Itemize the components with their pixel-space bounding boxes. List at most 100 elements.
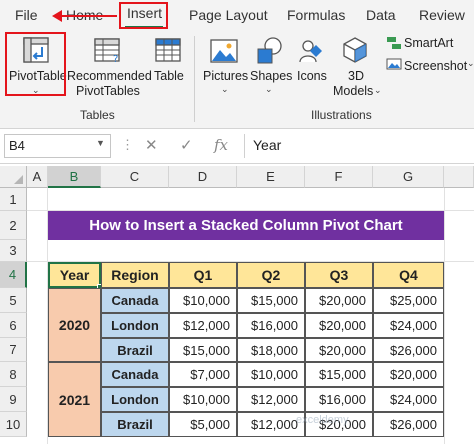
q1-value-cell[interactable]: $10,000 <box>169 387 237 412</box>
column-header-g[interactable]: G <box>373 166 444 188</box>
q4-value-cell[interactable]: $25,000 <box>373 288 444 313</box>
region-cell[interactable]: Canada <box>101 362 169 387</box>
column-header-f[interactable]: F <box>305 166 373 188</box>
sheet-title[interactable]: How to Insert a Stacked Column Pivot Cha… <box>48 211 444 240</box>
q4-value-cell[interactable]: $20,000 <box>373 362 444 387</box>
header-q4-cell[interactable]: Q4 <box>373 262 444 288</box>
icons-label: Icons <box>297 69 327 83</box>
column-header-c[interactable]: C <box>101 166 169 188</box>
q2-value-cell[interactable]: $18,000 <box>237 338 305 362</box>
header-year-cell[interactable]: Year <box>48 262 101 288</box>
insert-highlight-box <box>119 2 168 29</box>
smartart-icon <box>387 37 401 49</box>
q2-value-cell[interactable]: $10,000 <box>237 362 305 387</box>
q2-value-cell[interactable]: $12,000 <box>237 412 305 437</box>
header-q2-cell[interactable]: Q2 <box>237 262 305 288</box>
header-q3-cell[interactable]: Q3 <box>305 262 373 288</box>
row-header-2[interactable]: 2 <box>0 211 27 240</box>
column-header-a[interactable]: A <box>27 166 48 188</box>
shapes-icon <box>257 37 282 64</box>
group-divider <box>194 36 195 122</box>
region-cell[interactable]: London <box>101 313 169 338</box>
q4-value-cell[interactable]: $24,000 <box>373 313 444 338</box>
column-header-d[interactable]: D <box>169 166 237 188</box>
row-header-10[interactable]: 10 <box>0 412 27 437</box>
q4-value-cell[interactable]: $24,000 <box>373 387 444 412</box>
formula-bar: B4 ▼ ⋮ ✕ ✓ fx Year <box>0 129 474 164</box>
q4-value-cell[interactable]: $26,000 <box>373 412 444 437</box>
3d-models-label-1: 3D <box>348 69 364 83</box>
region-cell[interactable]: Canada <box>101 288 169 313</box>
row-header-8[interactable]: 8 <box>0 362 27 387</box>
tab-page-layout[interactable]: Page Layout <box>189 7 268 23</box>
q3-value-cell[interactable]: $20,000 <box>305 338 373 362</box>
q3-value-cell[interactable]: $15,000 <box>305 362 373 387</box>
q3-value-cell[interactable]: $20,000 <box>305 313 373 338</box>
pictures-icon <box>210 39 238 63</box>
screenshot-label: Screenshot <box>404 59 468 73</box>
watermark-logo: exceldemy <box>296 414 349 426</box>
ribbon-tabs: File Home Insert Page Layout Formulas Da… <box>0 0 474 31</box>
column-header-e[interactable]: E <box>237 166 305 188</box>
cube-icon <box>343 37 367 63</box>
pictures-label: Pictures <box>203 69 249 83</box>
column-header-h[interactable] <box>444 166 474 188</box>
q3-value-cell[interactable]: $20,000 <box>305 288 373 313</box>
q2-value-cell[interactable]: $15,000 <box>237 288 305 313</box>
region-cell[interactable]: London <box>101 387 169 412</box>
region-cell[interactable]: Brazil <box>101 412 169 437</box>
icons-icon <box>299 40 322 63</box>
annotation-arrow <box>60 15 117 17</box>
tab-data[interactable]: Data <box>366 7 396 23</box>
q1-value-cell[interactable]: $10,000 <box>169 288 237 313</box>
chevron-down-icon: ⌄ <box>265 84 273 94</box>
name-box[interactable]: B4 <box>4 134 111 158</box>
recommended-pivottables-label-1: Recommended <box>67 69 152 83</box>
row-header-7[interactable]: 7 <box>0 338 27 362</box>
row-header-1[interactable]: 1 <box>0 188 27 211</box>
chevron-down-icon: ⌄ <box>374 85 382 95</box>
row-header-6[interactable]: 6 <box>0 313 27 338</box>
q1-value-cell[interactable]: $15,000 <box>169 338 237 362</box>
q1-value-cell[interactable]: $12,000 <box>169 313 237 338</box>
chevron-down-icon: ⌄ <box>467 58 474 68</box>
tab-formulas[interactable]: Formulas <box>287 7 345 23</box>
tables-group-label: Tables <box>80 108 115 122</box>
more-options-icon[interactable]: ⋮ <box>121 137 134 153</box>
smartart-label: SmartArt <box>404 36 454 50</box>
q2-value-cell[interactable]: $16,000 <box>237 313 305 338</box>
column-header-b[interactable]: B <box>48 166 101 188</box>
formula-input[interactable]: Year <box>244 134 472 158</box>
year-cell-2021[interactable]: 2021 <box>48 362 101 437</box>
insert-function-icon[interactable]: fx <box>214 136 228 154</box>
row-header-4[interactable]: 4 <box>0 262 27 288</box>
q1-value-cell[interactable]: $7,000 <box>169 362 237 387</box>
gridline <box>444 188 445 444</box>
screenshot-icon <box>386 58 402 70</box>
row-header-9[interactable]: 9 <box>0 387 27 412</box>
cancel-icon[interactable]: ✕ <box>145 136 158 154</box>
q4-value-cell[interactable]: $26,000 <box>373 338 444 362</box>
chevron-down-icon: ⌄ <box>221 84 229 94</box>
chevron-down-icon[interactable]: ▼ <box>96 138 105 148</box>
header-region-cell[interactable]: Region <box>101 262 169 288</box>
enter-icon[interactable]: ✓ <box>180 136 193 154</box>
row-header-3[interactable]: 3 <box>0 240 27 262</box>
year-cell-2020[interactable]: 2020 <box>48 288 101 362</box>
table-label: Table <box>154 69 184 83</box>
pivottable-highlight-box <box>5 32 66 96</box>
q1-value-cell[interactable]: $5,000 <box>169 412 237 437</box>
tab-file[interactable]: File <box>15 7 38 23</box>
header-q1-cell[interactable]: Q1 <box>169 262 237 288</box>
region-cell[interactable]: Brazil <box>101 338 169 362</box>
recommended-pivottables-label-2: PivotTables <box>76 84 140 98</box>
shapes-label: Shapes <box>250 69 293 83</box>
select-all-corner[interactable] <box>0 166 27 188</box>
tab-review[interactable]: Review <box>419 7 465 23</box>
row-header-5[interactable]: 5 <box>0 288 27 313</box>
annotation-arrow-head <box>52 10 62 22</box>
3d-models-label-2: Models <box>333 84 374 98</box>
recommended-pivottables-icon: ? <box>94 38 120 65</box>
q2-value-cell[interactable]: $12,000 <box>237 387 305 412</box>
q3-value-cell[interactable]: $16,000 <box>305 387 373 412</box>
